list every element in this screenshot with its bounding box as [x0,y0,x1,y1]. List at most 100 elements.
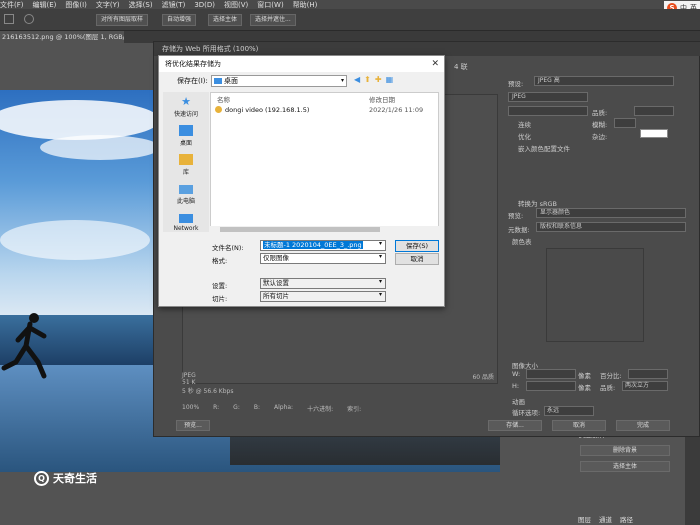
optimized-checkbox[interactable]: 优化 [518,131,531,141]
metadata-select[interactable]: 版权和联系信息 [536,222,686,232]
tab-paths[interactable]: 路径 [620,514,633,524]
nav-network-label: Network [173,225,199,232]
auto-enhance-checkbox[interactable]: 自动增强 [162,14,197,26]
settings-label: 设置: [212,282,228,290]
slices-label: 切片: [212,295,228,303]
file-list-header: 名称 修改日期 [211,93,438,104]
remove-background-button[interactable]: 删除背景 [580,445,670,456]
width-input[interactable] [526,369,576,379]
loop-select[interactable]: 永远 [544,406,594,416]
chevron-down-icon: ▾ [340,77,344,84]
resample-select[interactable]: 两次立方 [622,381,668,391]
chevron-down-icon[interactable]: ▾ [379,253,382,260]
preview-select[interactable]: 显示器颜色 [536,208,686,218]
format-label: 格式: [212,257,228,265]
nav-network[interactable]: Network [163,214,209,232]
quality-label: 品质: [592,109,608,117]
column-modified[interactable]: 修改日期 [369,94,395,104]
embed-profile-checkbox[interactable]: 嵌入颜色配置文件 [518,143,570,153]
sfw-status-time: 5 秒 @ 56.6 Kbps [182,388,234,395]
network-icon [179,214,193,223]
loop-label: 循环选项: [512,409,541,417]
chevron-down-icon[interactable]: ▾ [379,291,382,298]
g-readout: G: [233,404,240,411]
up-folder-icon[interactable]: ⬆ [364,75,371,84]
save-in-select[interactable]: 桌面 ▾ [211,75,347,87]
watermark: Q 天奇生活 [34,470,97,486]
tab-layers[interactable]: 图层 [578,514,591,524]
preview-label: 预览: [508,212,524,220]
settings-select[interactable]: 默认设置 [260,278,386,289]
format-select[interactable]: JPEG [508,92,588,102]
width-unit: 像素 [578,372,591,380]
slices-select[interactable]: 所有切片 [260,291,386,302]
nav-quick-access-label: 快速访问 [173,111,198,118]
tool-preset-icon[interactable] [4,14,14,24]
save-button[interactable]: 保存(S) [395,240,439,252]
quality-input[interactable] [634,106,674,116]
sfw-settings-panel: 预设: JPEG 高 JPEG 品质: 连续 模糊: 优化 杂边: 嵌入颜色配置… [504,70,688,430]
scrollbar-thumb[interactable] [220,227,380,232]
select-and-mask-button[interactable]: 选择并遮住... [250,14,296,26]
document-tab[interactable]: 216163512.png @ 100%(图层 1, RGB/8#) [0,31,124,43]
view-menu-icon[interactable]: ▦ [386,75,394,84]
sample-all-layers-checkbox[interactable]: 对所有图层取样 [96,14,149,26]
menu-3d[interactable]: 3D(D) [194,1,215,9]
nav-library-label: 库 [182,169,189,176]
folder-icon [214,78,222,84]
height-label: H: [512,382,520,390]
r-readout: R: [213,404,220,411]
chevron-down-icon[interactable]: ▾ [379,240,382,247]
progressive-checkbox[interactable]: 连续 [518,119,531,129]
b-readout: B: [253,404,260,411]
network-user-icon [215,106,222,113]
percent-input[interactable] [628,369,668,379]
layers-panel-tabs: 图层 通道 路径 [578,514,683,524]
matte-color-swatch[interactable] [640,129,668,138]
metadata-label: 元数据: [508,226,530,234]
nav-quick-access[interactable]: ★ 快速访问 [163,96,209,118]
height-input[interactable] [526,381,576,391]
filename-label: 文件名(N): [212,244,244,252]
nav-desktop-label: 桌面 [179,140,192,147]
sfw-status-size: 51 K [182,379,196,386]
percent-label: 百分比: [600,372,622,380]
format-select[interactable]: 仅限图像 [260,253,386,264]
brush-icon[interactable] [24,14,34,24]
watermark-text: 天奇生活 [53,472,97,485]
filename-input[interactable]: 未标题-1 2020104_0EE_3_.png [260,240,386,251]
dialog-toolbar: ◀ ⬆ ✚ ▦ [354,75,393,84]
hex-readout: 十六进制: [307,406,334,413]
list-item-name: dongi video (192.168.1.5) [225,106,310,114]
select-subject-button[interactable]: 选择主体 [208,14,243,26]
blur-input[interactable] [614,118,636,128]
zoom-level[interactable]: 100% [182,404,199,416]
width-label: W: [512,370,521,378]
nav-this-pc[interactable]: 此电脑 [163,185,209,205]
column-name[interactable]: 名称 [217,94,230,104]
select-subject-panel-button[interactable]: 选择主体 [580,461,670,472]
preset-select[interactable]: JPEG 高 [534,76,674,86]
back-icon[interactable]: ◀ [354,75,360,84]
file-list: 名称 修改日期 dongi video (192.168.1.5) 2022/1… [210,92,439,232]
filename-selected-text: 未标题-1 2020104_0EE_3_.png [263,241,363,249]
nav-library[interactable]: 库 [163,154,209,176]
sfw-preview-button[interactable]: 预览... [176,420,210,431]
chevron-down-icon[interactable]: ▾ [379,278,382,285]
compression-select[interactable] [508,106,588,116]
dialog-title: 将优化结果存储为 [159,56,444,72]
cancel-button[interactable]: 取消 [395,253,439,265]
close-icon[interactable]: ✕ [431,56,439,72]
animation-title: 动画 [512,398,525,406]
horizontal-scrollbar[interactable] [210,226,439,233]
sfw-tab-4up[interactable]: 4 联 [454,62,468,72]
preset-label: 预设: [508,80,524,88]
computer-icon [179,185,193,194]
new-folder-icon[interactable]: ✚ [375,75,382,84]
index-readout: 索引: [347,406,362,413]
convert-srgb-checkbox[interactable]: 转换为 sRGB [518,198,557,208]
nav-desktop[interactable]: 桌面 [163,125,209,147]
tab-channels[interactable]: 通道 [599,514,612,524]
list-item[interactable]: dongi video (192.168.1.5) 2022/1/26 11:0… [211,105,438,117]
desktop-icon [179,125,193,136]
